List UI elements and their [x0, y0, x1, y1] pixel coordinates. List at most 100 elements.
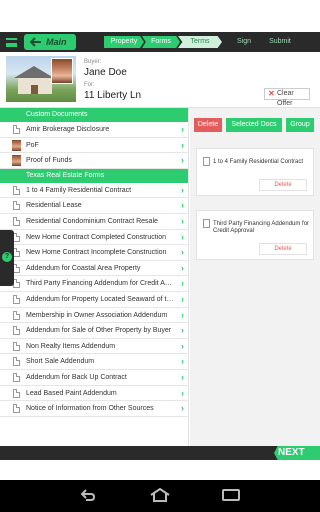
step-forms[interactable]: Forms [142, 36, 180, 48]
list-item-label: New Home Contract Completed Construction [26, 233, 167, 241]
chevron-right-icon: › [181, 278, 184, 289]
document-icon [13, 341, 20, 351]
delete-tab[interactable]: Delete [194, 118, 222, 132]
selected-doc-card: 1 to 4 Family Residential Contract Delet… [196, 148, 314, 196]
card-delete-button[interactable]: Delete [259, 243, 307, 255]
list-item-label: Third Party Financing Addendum for Credi… [26, 280, 188, 288]
document-icon [13, 185, 20, 195]
photo-icon [12, 139, 21, 151]
step-submit[interactable]: Submit [264, 36, 296, 48]
bottom-bar: NEXT [0, 446, 320, 460]
document-list: Custom Documents Amir Brokerage Disclosu… [0, 108, 189, 446]
list-item-label: Addendum for Property Located Seaward of… [26, 295, 188, 303]
list-item-label: Non Realty Items Addendum [26, 342, 116, 350]
list-item-label: 1 to 4 Family Residential Contract [26, 186, 132, 194]
chevron-right-icon: › [181, 293, 184, 304]
step-property[interactable]: Property [104, 36, 144, 48]
selected-doc-title: Third Party Financing Addendum for Credi… [213, 221, 310, 234]
clear-offer-button[interactable]: ✕ Clear Offer [264, 88, 310, 107]
selected-docs-panel: Delete Selected Docs Group 1 to 4 Family… [190, 108, 320, 446]
chevron-right-icon: › [181, 325, 184, 336]
list-item[interactable]: Residential Lease › [0, 198, 188, 214]
selected-doc-title: 1 to 4 Family Residential Contract [213, 159, 304, 165]
chevron-right-icon: › [181, 340, 184, 351]
group-tab[interactable]: Group [286, 118, 314, 132]
list-item-label: Amir Brokerage Disclosure [26, 126, 110, 133]
selected-docs-tab[interactable]: Selected Docs [226, 118, 282, 132]
chevron-right-icon: › [181, 309, 184, 320]
list-item[interactable]: Short Sale Addendum › [0, 354, 188, 370]
list-item[interactable]: New Home Contract Incomplete Constructio… [0, 245, 188, 261]
list-item[interactable]: Amir Brokerage Disclosure › [0, 122, 188, 138]
system-recents-icon[interactable] [222, 489, 240, 501]
help-icon: ? [2, 252, 12, 262]
document-icon [13, 357, 20, 367]
system-home-icon[interactable] [149, 488, 171, 502]
list-item-label: Notice of Information from Other Sources [26, 405, 154, 413]
chevron-right-icon: › [181, 387, 184, 398]
list-item-label: Addendum for Back Up Contract [26, 373, 127, 381]
chevron-right-icon: › [181, 200, 184, 211]
list-item-label: New Home Contract Incomplete Constructio… [26, 249, 167, 257]
property-photo [6, 56, 76, 102]
list-item[interactable]: Addendum for Sale of Other Property by B… [0, 323, 188, 339]
card-delete-button[interactable]: Delete [259, 179, 307, 191]
chevron-right-icon: › [181, 215, 184, 226]
next-button[interactable]: NEXT [274, 446, 320, 460]
chevron-right-icon: › [181, 155, 184, 166]
chevron-right-icon: › [181, 139, 184, 150]
list-item[interactable]: Proof of Funds › [0, 153, 188, 169]
app-screen: Main Property Forms Terms Sign Submit Bu… [0, 0, 320, 512]
list-item[interactable]: Notice of Information from Other Sources… [0, 401, 188, 417]
chevron-right-icon: › [181, 247, 184, 258]
document-icon [13, 372, 20, 382]
document-icon [13, 125, 20, 134]
buyer-avatar [51, 58, 73, 84]
help-tab[interactable]: ? [0, 230, 14, 286]
chevron-right-icon: › [181, 184, 184, 195]
list-item-label: Proof of Funds [26, 157, 72, 165]
list-item[interactable]: Addendum for Coastal Area Property › [0, 261, 188, 277]
photo-icon [12, 155, 21, 167]
buyer-label: Buyer: [84, 59, 102, 65]
document-icon [13, 294, 20, 304]
document-icon [13, 310, 20, 320]
list-item-label: Residential Lease [26, 202, 82, 210]
list-item[interactable]: Addendum for Back Up Contract › [0, 370, 188, 386]
document-icon [203, 157, 210, 166]
document-icon [13, 326, 20, 336]
step-terms[interactable]: Terms [178, 36, 222, 48]
step-sign[interactable]: Sign [228, 36, 260, 48]
selected-doc-card: Third Party Financing Addendum for Credi… [196, 210, 314, 260]
document-icon [13, 388, 20, 398]
system-nav-bar [0, 480, 320, 512]
main-back-button[interactable]: Main [24, 34, 76, 50]
list-item[interactable]: Residential Condominium Contract Resale › [0, 214, 188, 230]
document-icon [13, 279, 20, 289]
chevron-right-icon: › [181, 231, 184, 242]
list-item[interactable]: Membership in Owner Association Addendum… [0, 308, 188, 324]
list-item[interactable]: New Home Contract Completed Construction… [0, 230, 188, 246]
list-item-label: Short Sale Addendum [26, 358, 95, 366]
close-icon: ✕ [268, 89, 275, 98]
hamburger-menu-icon[interactable] [6, 38, 17, 47]
top-nav-bar: Main Property Forms Terms Sign Submit [0, 32, 320, 52]
chevron-right-icon: › [181, 356, 184, 367]
list-item[interactable]: Non Realty Items Addendum › [0, 339, 188, 355]
document-icon [13, 404, 20, 414]
for-label: For: [84, 82, 95, 88]
chevron-right-icon: › [181, 371, 184, 382]
document-icon [13, 248, 20, 258]
list-item-label: Addendum for Sale of Other Property by B… [26, 327, 172, 335]
list-item[interactable]: PoF › [0, 138, 188, 154]
list-item[interactable]: 1 to 4 Family Residential Contract › [0, 183, 188, 199]
chevron-right-icon: › [181, 262, 184, 273]
system-back-icon[interactable] [80, 488, 96, 502]
back-arrow-icon [30, 37, 41, 47]
chevron-right-icon: › [181, 403, 184, 414]
list-item[interactable]: Addendum for Property Located Seaward of… [0, 292, 188, 308]
list-item[interactable]: Lead Based Paint Addendum › [0, 386, 188, 402]
main-button-label: Main [46, 37, 67, 47]
clear-offer-label: Clear Offer [277, 90, 294, 107]
list-item[interactable]: Third Party Financing Addendum for Credi… [0, 276, 188, 292]
